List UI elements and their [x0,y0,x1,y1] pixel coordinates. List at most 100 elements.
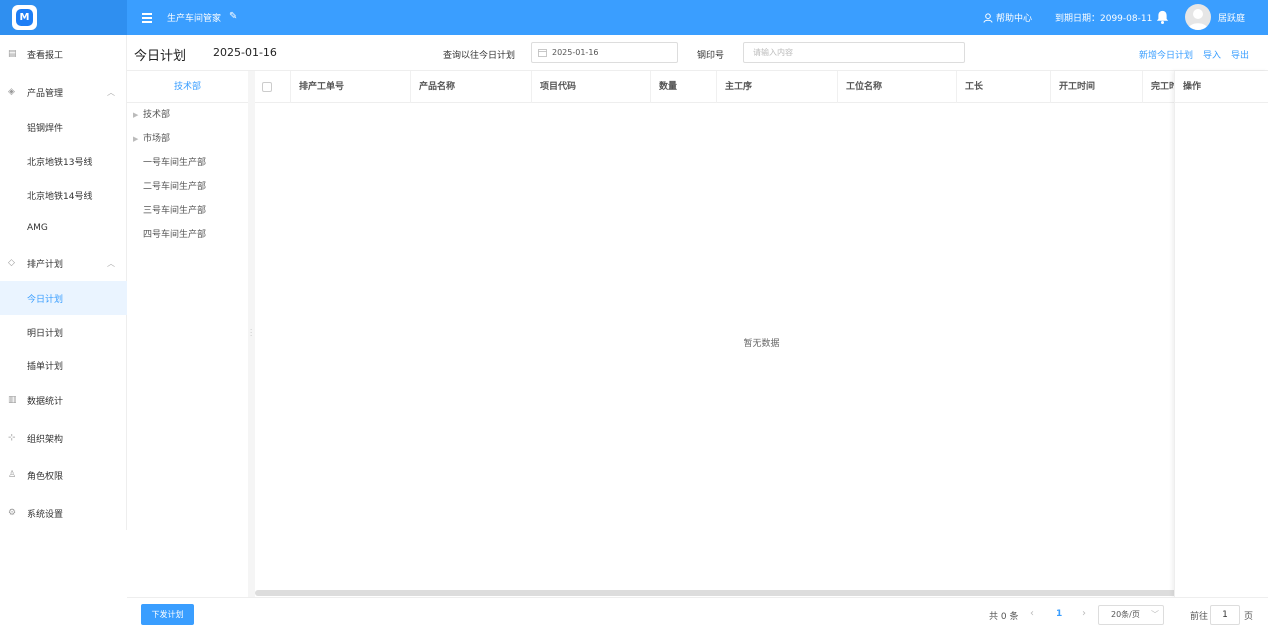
fixed-operation-column: 操作 [1174,71,1268,597]
query-history-label: 查询以往今日计划 [443,51,516,61]
sidebar-item-roles[interactable]: ♙ 角色权限 [0,458,127,492]
goto-page-input[interactable]: 1 [1210,605,1240,625]
sidebar-item-amg[interactable]: AMG [0,211,127,245]
sidebar-item-label: AMG [27,223,48,233]
page-title: 今日计划 [134,49,187,64]
add-today-plan-button[interactable]: 新增今日计划 [1139,48,1193,61]
chevron-right-icon[interactable]: › [1082,608,1086,619]
column-header[interactable]: 完工时间 [1143,71,1175,103]
column-header[interactable]: 排产工单号 [291,71,411,103]
sidebar-item-metro-13[interactable]: 北京地铁13号线 [0,144,127,178]
top-bar: M 生产车间管家 ✎ 帮助中心 到期日期：2099-08-11 居跃庭 [0,0,1268,35]
help-center-link[interactable]: 帮助中心 [983,11,1032,24]
column-header[interactable]: 主工序 [717,71,838,103]
department-tree: 技术部 ▶ 技术部 ▶ 市场部 一号车间生产部 二号车间生产部 三号车间生产部 … [127,71,248,597]
sidebar-item-label: 数据统计 [27,396,64,407]
page-date: 2025-01-16 [213,46,277,59]
sidebar-item-label: 北京地铁13号线 [27,157,93,168]
page-size-select[interactable]: 20条/页 ﹀ [1098,605,1164,625]
edit-icon[interactable]: ✎ [229,11,237,22]
sidebar-item-label: 明日计划 [27,328,64,339]
column-header[interactable]: 工长 [957,71,1051,103]
sidebar-item-label: 今日计划 [27,294,64,305]
panel-splitter[interactable]: · · · [248,71,255,597]
bell-icon[interactable] [1155,9,1170,25]
query-date-picker[interactable]: 2025-01-16 [531,42,678,63]
content-header: 今日计划 2025-01-16 查询以往今日计划 2025-01-16 钢印号 … [127,35,1268,71]
sidebar-item-organization[interactable]: ⊹ 组织架构 [0,421,127,455]
chevron-up-icon: ︿ [107,258,115,268]
page-size-value: 20条/页 [1111,610,1140,619]
sidebar-item-label: 组织架构 [27,434,64,445]
export-button[interactable]: 导出 [1231,48,1249,61]
empty-state: 暂无数据 [743,339,780,349]
chart-icon: ▥ [8,395,17,405]
document-icon: ▤ [8,49,17,59]
chevron-left-icon[interactable]: ‹ [1030,608,1034,619]
column-header[interactable]: 工位名称 [838,71,957,103]
plan-table: 排产工单号 产品名称 项目代码 数量 主工序 工位名称 工长 开工时间 完工时间… [255,71,1268,597]
chevron-up-icon: ︿ [107,87,115,97]
sidebar-item-tomorrow-plan[interactable]: 明日计划 [0,315,127,349]
column-header[interactable]: 项目代码 [532,71,651,103]
gear-icon: ⚙ [8,508,17,518]
import-button[interactable]: 导入 [1203,48,1221,61]
sidebar-item-today-plan[interactable]: 今日计划 [0,281,127,315]
footer: 下发计划 共 0 条 ‹ 1 › 20条/页 ﹀ 前往 1 页 [127,597,1268,628]
goto-unit: 页 [1244,612,1254,622]
expire-date: 到期日期：2099-08-11 [1055,14,1153,24]
app-logo[interactable]: M [12,5,37,30]
sidebar-item-settings[interactable]: ⚙ 系统设置 [0,496,127,530]
sidebar-item-label: 铝钢焊件 [27,123,64,134]
goto-label: 前往 [1190,612,1209,622]
steel-stamp-input[interactable]: 请输入内容 [743,42,965,63]
caret-right-icon[interactable]: ▶ [133,129,138,149]
issue-plan-button[interactable]: 下发计划 [141,604,194,625]
sidebar-item-reports[interactable]: ▤ 查看报工 [0,37,127,71]
drag-handle-icon: · · · [250,326,253,340]
user-outline-icon [983,12,993,23]
horizontal-scrollbar[interactable] [255,590,1210,596]
steel-stamp-label: 钢印号 [697,51,725,61]
pagination-current-page[interactable]: 1 [1056,609,1062,619]
sidebar-item-label: 产品管理 [27,88,64,99]
sidebar-item-label: 排产计划 [27,259,64,270]
sidebar-item-label: 角色权限 [27,471,64,482]
layers-icon: ◇ [8,258,15,268]
sidebar-item-products[interactable]: ◈ 产品管理 ︿ [0,75,127,109]
sidebar-item-label: 系统设置 [27,509,64,520]
sidebar-item-aluminum-weld[interactable]: 铝钢焊件 [0,110,127,144]
user-icon: ♙ [8,470,17,480]
chevron-down-icon: ﹀ [1151,610,1159,619]
pagination-total: 共 0 条 [989,612,1019,622]
sidebar-item-statistics[interactable]: ▥ 数据统计 [0,383,127,417]
username[interactable]: 居跃庭 [1218,11,1245,24]
logo-area: M [0,0,127,35]
avatar[interactable] [1185,4,1211,30]
sidebar: ▤ 查看报工 ◈ 产品管理 ︿ 铝钢焊件 北京地铁13号线 北京地铁14号线 A… [0,35,127,530]
table-header: 排产工单号 产品名称 项目代码 数量 主工序 工位名称 工长 开工时间 完工时间 [255,71,1268,103]
menu-toggle-icon[interactable] [142,13,152,23]
app-title: 生产车间管家 [167,14,222,24]
org-icon: ⊹ [8,433,16,443]
sidebar-item-label: 北京地铁14号线 [27,191,93,202]
caret-right-icon[interactable]: ▶ [133,105,138,125]
logo-mark: M [16,9,33,26]
column-header[interactable]: 产品名称 [411,71,532,103]
header-actions: 新增今日计划 导入 导出 [1139,48,1249,61]
select-all-checkbox[interactable] [262,82,272,92]
department-tree-header[interactable]: 技术部 [127,71,248,103]
query-date-value: 2025-01-16 [552,48,599,57]
column-header[interactable]: 数量 [651,71,717,103]
sidebar-item-metro-14[interactable]: 北京地铁14号线 [0,178,127,212]
sidebar-item-insert-plan[interactable]: 插单计划 [0,348,127,382]
column-header-operation: 操作 [1175,71,1268,103]
select-all-cell [255,71,291,103]
sidebar-item-schedule[interactable]: ◇ 排产计划 ︿ [0,246,127,280]
cube-icon: ◈ [8,87,15,97]
sidebar-item-label: 插单计划 [27,361,64,372]
column-header[interactable]: 开工时间 [1051,71,1143,103]
avatar-person-icon [1188,9,1208,30]
help-center-label: 帮助中心 [996,14,1033,24]
sidebar-item-label: 查看报工 [27,50,64,61]
